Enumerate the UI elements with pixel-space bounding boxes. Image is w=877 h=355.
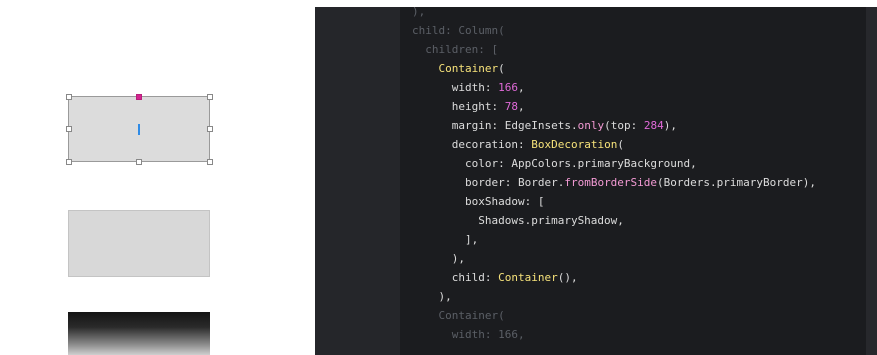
code-token: Container(: [412, 309, 505, 322]
gradient-container-preview[interactable]: [68, 312, 210, 355]
design-canvas: [0, 0, 315, 355]
code-line[interactable]: ),: [412, 7, 425, 21]
code-token: Container: [498, 271, 558, 284]
code-line[interactable]: border: Border.fromBorderSide(Borders.pr…: [412, 173, 816, 192]
code-token: ),: [412, 7, 426, 18]
code-token: only: [577, 119, 605, 132]
code-line[interactable]: child: Container(),: [412, 268, 578, 287]
resize-handle-bottom-center[interactable]: [136, 159, 142, 165]
resize-handle-top-center[interactable]: [136, 94, 142, 100]
line-gutter: [315, 7, 400, 355]
code-token: child:: [412, 271, 499, 284]
code-token: ],: [412, 233, 479, 246]
code-line[interactable]: Shadows.primaryShadow,: [412, 211, 624, 230]
code-token: Container: [438, 62, 499, 75]
code-line[interactable]: child: Column(: [412, 21, 505, 40]
code-line[interactable]: decoration: BoxDecoration(: [412, 135, 624, 154]
code-token: height:: [412, 100, 505, 113]
code-text-area[interactable]: ), child: Column( children: [ Container( …: [400, 7, 866, 355]
code-token: ),: [663, 119, 677, 132]
resize-handle-middle-right[interactable]: [207, 126, 213, 132]
code-token: 166: [498, 81, 518, 94]
code-token: ,: [517, 81, 525, 94]
code-token: fromBorderSide: [564, 176, 658, 189]
code-line[interactable]: width: 166,: [412, 78, 525, 97]
code-token: decoration:: [412, 138, 532, 151]
code-line[interactable]: height: 78,: [412, 97, 525, 116]
code-token: ),: [412, 252, 465, 265]
code-token: boxShadow: [: [412, 195, 545, 208]
code-token: child: Column(: [412, 24, 505, 37]
code-token: 78: [504, 100, 518, 113]
code-token: (top:: [604, 119, 644, 132]
resize-handle-bottom-right[interactable]: [207, 159, 213, 165]
code-line[interactable]: boxShadow: [: [412, 192, 544, 211]
code-token: (Borders.primaryBorder),: [657, 176, 816, 189]
code-line[interactable]: Container(: [412, 306, 505, 325]
code-line[interactable]: ),: [412, 249, 465, 268]
resize-handle-top-right[interactable]: [207, 94, 213, 100]
text-cursor-icon: [138, 124, 140, 135]
code-line[interactable]: width: 166,: [412, 325, 525, 344]
code-token: width:: [412, 81, 499, 94]
code-line[interactable]: ],: [412, 230, 478, 249]
code-token: (),: [557, 271, 578, 284]
code-token: BoxDecoration: [531, 138, 618, 151]
code-editor[interactable]: ), child: Column( children: [ Container( …: [315, 7, 877, 355]
gray-container-preview[interactable]: [68, 210, 210, 277]
code-token: color: AppColors.primaryBackground,: [412, 157, 697, 170]
code-token: (: [617, 138, 624, 151]
resize-handle-top-left[interactable]: [66, 94, 72, 100]
code-line[interactable]: margin: EdgeInsets.only(top: 284),: [412, 116, 677, 135]
code-token: children: [: [412, 43, 499, 56]
code-token: (: [498, 62, 505, 75]
resize-handle-middle-left[interactable]: [66, 126, 72, 132]
editor-scrollbar[interactable]: [866, 7, 877, 355]
code-token: width: 166,: [412, 328, 525, 341]
code-line[interactable]: color: AppColors.primaryBackground,: [412, 154, 697, 173]
code-line[interactable]: Container(: [412, 59, 505, 78]
code-token: ,: [517, 100, 525, 113]
code-token: border: Border.: [412, 176, 565, 189]
code-line[interactable]: children: [: [412, 40, 498, 59]
code-token: ),: [412, 290, 452, 303]
code-token: Shadows.primaryShadow,: [412, 214, 624, 227]
code-token: margin: EdgeInsets.: [412, 119, 578, 132]
code-token: 284: [643, 119, 664, 132]
code-line[interactable]: ),: [412, 287, 452, 306]
resize-handle-bottom-left[interactable]: [66, 159, 72, 165]
